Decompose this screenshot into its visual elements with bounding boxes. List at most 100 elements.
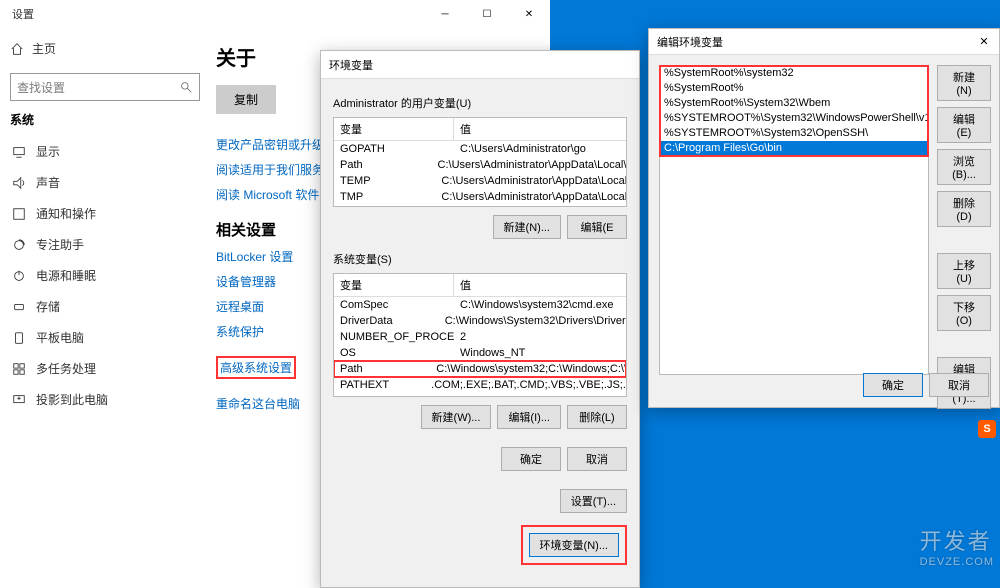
path-item[interactable]: %SYSTEMROOT%\System32\OpenSSH\ [660,126,928,141]
dialog-title: 环境变量 [321,51,639,79]
sidebar-item[interactable]: 通知和操作 [10,198,198,229]
sys-edit-button[interactable]: 编辑(I)... [497,405,561,429]
search-icon [180,81,193,94]
content-area: 关于 复制 更改产品密钥或升级阅读适用于我们服务阅读 Microsoft 软件 … [210,36,324,420]
cancel-button[interactable]: 取消 [929,373,989,397]
window-title: 设置 [12,6,34,22]
ok-button[interactable]: 确定 [863,373,923,397]
nav-icon [12,300,26,314]
cell-value: C:\Windows\system32;C:\Windows;C:\Window… [430,361,626,377]
minimize-button[interactable]: ─ [424,0,466,28]
path-item[interactable]: %SystemRoot% [660,81,928,96]
sidebar-item[interactable]: 平板电脑 [10,322,198,353]
user-vars-table[interactable]: 变量 值 GOPATHC:\Users\Administrator\goPath… [333,117,627,207]
path-list[interactable]: %SystemRoot%\system32%SystemRoot%%System… [659,65,929,375]
nav-icon [12,393,26,407]
dialog-body: Administrator 的用户变量(U) 变量 值 GOPATHC:\Use… [321,79,639,587]
sidebar-item[interactable]: 显示 [10,136,198,167]
cell-value: Windows_NT [454,345,531,361]
ok-button[interactable]: 确定 [501,447,561,471]
sidebar-item-home[interactable]: 主页 [10,36,198,61]
nav-icon [12,362,26,376]
link[interactable]: BitLocker 设置 [216,248,324,265]
link[interactable]: 阅读适用于我们服务 [216,161,324,178]
new-button[interactable]: 新建(N) [937,65,991,101]
sys-new-button[interactable]: 新建(W)... [421,405,492,429]
nav-label: 通知和操作 [36,205,96,222]
cell-name: OS [334,345,454,361]
link[interactable]: 更改产品密钥或升级 [216,136,324,153]
env-var-dialog: 环境变量 Administrator 的用户变量(U) 变量 值 GOPATHC… [320,50,640,588]
cell-name: PATHEXT [334,377,425,393]
link[interactable]: 重命名这台电脑 [216,395,324,412]
link[interactable]: 设备管理器 [216,273,324,290]
cancel-button[interactable]: 取消 [567,447,627,471]
nav-icon [12,176,26,190]
table-row[interactable]: PathC:\Users\Administrator\AppData\Local… [334,157,626,173]
sys-vars-table[interactable]: 变量 值 ComSpecC:\Windows\system32\cmd.exeD… [333,273,627,397]
close-icon[interactable]: ✕ [977,35,991,48]
sidebar-item[interactable]: 存储 [10,291,198,322]
table-row[interactable]: PATHEXT.COM;.EXE;.BAT;.CMD;.VBS;.VBE;.JS… [334,377,626,393]
link[interactable]: 远程桌面 [216,298,324,315]
user-new-button[interactable]: 新建(N)... [493,215,561,239]
sidebar-item[interactable]: 电源和睡眠 [10,260,198,291]
cell-name: Path [334,361,430,377]
path-dialog-title: 编辑环境变量 [657,34,723,50]
delete-button[interactable]: 删除(D) [937,191,991,227]
user-vars-label: Administrator 的用户变量(U) [333,95,627,111]
cell-name: TMP [334,189,435,205]
home-label: 主页 [32,40,56,57]
sidebar-item[interactable]: 声音 [10,167,198,198]
table-row[interactable]: DriverDataC:\Windows\System32\Drivers\Dr… [334,313,626,329]
env-var-n-button[interactable]: 环境变量(N)... [529,533,619,557]
nav-label: 声音 [36,174,60,191]
col-value: 值 [454,274,477,296]
sidebar: 主页 查找设置 系统 显示声音通知和操作专注助手电源和睡眠存储平板电脑多任务处理… [10,36,210,420]
table-row[interactable]: OSWindows_NT [334,345,626,361]
search-input[interactable]: 查找设置 [10,73,200,101]
browse-button[interactable]: 浏览(B)... [937,149,991,185]
link[interactable]: 高级系统设置 [216,356,296,379]
move-down-button[interactable]: 下移(O) [937,295,991,331]
table-row[interactable]: NUMBER_OF_PROCESSORS2 [334,329,626,345]
table-row[interactable]: ComSpecC:\Windows\system32\cmd.exe [334,297,626,313]
close-button[interactable]: ✕ [508,0,550,28]
copy-button[interactable]: 复制 [216,85,276,114]
path-item[interactable]: %SystemRoot%\system32 [660,66,928,81]
maximize-button[interactable]: ☐ [466,0,508,28]
move-up-button[interactable]: 上移(U) [937,253,991,289]
table-row[interactable]: PathC:\Windows\system32;C:\Windows;C:\Wi… [334,361,626,377]
sidebar-item[interactable]: 投影到此电脑 [10,384,198,415]
edit-button[interactable]: 编辑(E) [937,107,991,143]
cell-value: C:\Users\Administrator\AppData\Local\Tem… [435,173,626,189]
table-row[interactable]: GOPATHC:\Users\Administrator\go [334,141,626,157]
link[interactable]: 阅读 Microsoft 软件 [216,186,324,203]
col-name: 变量 [334,118,454,140]
table-row[interactable]: PROCESSOR_ARCHITECT...AMD64 [334,393,626,397]
nav-icon [12,331,26,345]
table-row[interactable]: TMPC:\Users\Administrator\AppData\Local\… [334,189,626,205]
nav-label: 存储 [36,298,60,315]
path-item[interactable]: %SystemRoot%\System32\Wbem [660,96,928,111]
titlebar: 设置 ─ ☐ ✕ [0,0,550,28]
cell-value: C:\Windows\system32\cmd.exe [454,297,619,313]
nav-icon [12,269,26,283]
cell-name: GOPATH [334,141,454,157]
cell-name: NUMBER_OF_PROCESSORS [334,329,454,345]
link[interactable]: 系统保护 [216,323,324,340]
nav-icon [12,238,26,252]
related-section-title: 相关设置 [216,219,324,240]
ime-tray-icon[interactable]: S [978,420,996,438]
settings-t-button[interactable]: 设置(T)... [560,489,627,513]
user-edit-button[interactable]: 编辑(E [567,215,627,239]
cell-value: C:\Users\Administrator\go [454,141,592,157]
table-row[interactable]: TEMPC:\Users\Administrator\AppData\Local… [334,173,626,189]
path-item[interactable]: %SYSTEMROOT%\System32\WindowsPowerShell\… [660,111,928,126]
sys-del-button[interactable]: 删除(L) [567,405,627,429]
sidebar-item[interactable]: 专注助手 [10,229,198,260]
page-title: 关于 [216,42,324,71]
path-item[interactable]: C:\Program Files\Go\bin [660,141,928,156]
cell-name: TEMP [334,173,435,189]
sidebar-item[interactable]: 多任务处理 [10,353,198,384]
